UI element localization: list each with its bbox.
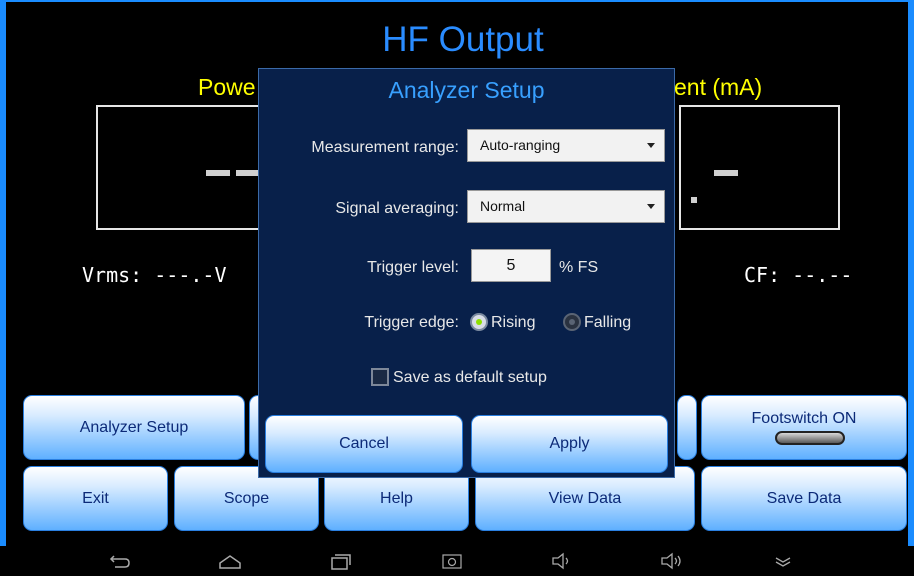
cf-readout: CF: --.-- [744, 263, 853, 287]
current-label: ent (mA) [674, 74, 763, 100]
apply-button[interactable]: Apply [471, 415, 668, 473]
power-dash [206, 170, 230, 176]
save-data-button[interactable]: Save Data [701, 466, 907, 531]
current-dash [714, 170, 738, 176]
volume-down-icon[interactable] [550, 551, 574, 571]
trigger-edge-label: Trigger edge: [364, 314, 459, 331]
analyzer-setup-dialog: Analyzer Setup Measurement range: Auto-r… [258, 68, 675, 478]
trigger-level-label: Trigger level: [367, 259, 459, 276]
recents-icon[interactable] [328, 551, 352, 571]
signal-averaging-select[interactable]: Normal [467, 190, 665, 223]
back-icon[interactable] [107, 551, 131, 571]
screenshot-icon[interactable] [440, 551, 464, 571]
trigger-level-unit: % FS [559, 259, 599, 276]
power-display [96, 105, 266, 230]
vrms-readout: Vrms: ---.-V [82, 263, 227, 287]
save-default-label[interactable]: Save as default setup [393, 369, 547, 387]
cancel-button[interactable]: Cancel [265, 415, 463, 473]
trigger-level-input[interactable]: 5 [471, 249, 551, 282]
falling-radio[interactable] [563, 313, 581, 331]
collapse-icon[interactable] [771, 551, 795, 571]
signal-averaging-label: Signal averaging: [335, 200, 459, 217]
home-icon[interactable] [218, 551, 242, 571]
dialog-title: Analyzer Setup [388, 77, 545, 103]
current-decimal-point [691, 197, 697, 203]
save-default-checkbox[interactable] [371, 368, 389, 386]
radio-unselected-dot [569, 319, 575, 325]
current-display [679, 105, 840, 230]
measurement-range-select[interactable]: Auto-ranging [467, 129, 665, 162]
page-title: HF Output [382, 20, 544, 59]
hidden-button[interactable] [677, 395, 697, 460]
footswitch-button[interactable]: Footswitch ON [701, 395, 907, 460]
footswitch-label: Footswitch ON [751, 410, 857, 427]
measurement-range-label: Measurement range: [311, 139, 459, 156]
signal-averaging-value: Normal [480, 198, 526, 214]
falling-label[interactable]: Falling [584, 314, 631, 332]
radio-selected-dot [476, 319, 482, 325]
system-nav-bar [0, 546, 914, 576]
dropdown-arrow-icon [647, 204, 655, 209]
measurement-range-value: Auto-ranging [480, 137, 561, 153]
power-label: Powe [198, 74, 256, 100]
rising-label[interactable]: Rising [491, 314, 535, 332]
footswitch-toggle[interactable] [775, 431, 845, 445]
rising-radio[interactable] [470, 313, 488, 331]
power-dash [236, 170, 260, 176]
trigger-level-value: 5 [506, 257, 516, 274]
exit-button[interactable]: Exit [23, 466, 168, 531]
dropdown-arrow-icon [647, 143, 655, 148]
analyzer-setup-button[interactable]: Analyzer Setup [23, 395, 245, 460]
volume-up-icon[interactable] [660, 551, 684, 571]
